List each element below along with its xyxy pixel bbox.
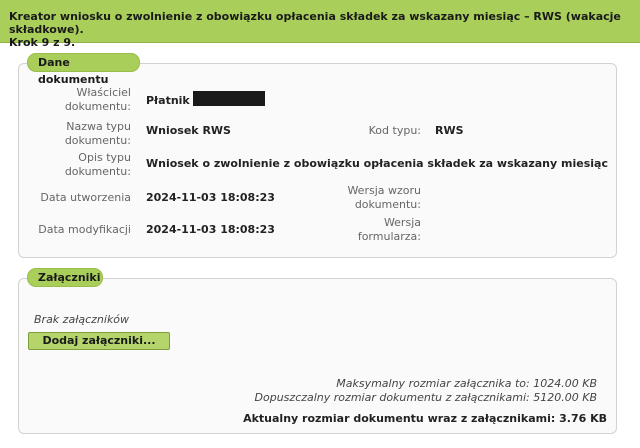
type-name-value: Wniosek RWS: [146, 124, 231, 137]
wizard-header: Kreator wniosku o zwolnienie z obowiązku…: [0, 0, 640, 49]
document-data-panel-title: Dane dokumentu: [27, 53, 140, 86]
wizard-title: Kreator wniosku o zwolnienie z obowiązku…: [9, 10, 621, 36]
document-data-panel: Dane dokumentu Właściciel dokumentu: Pła…: [18, 53, 617, 258]
no-attachments-text: Brak załączników: [34, 313, 130, 326]
owner-label: Właściciel dokumentu:: [64, 86, 131, 113]
created-value: 2024-11-03 18:08:23: [146, 191, 275, 204]
type-code-value: RWS: [435, 124, 464, 137]
type-code-label: Kod typu:: [368, 124, 421, 137]
add-attachments-button[interactable]: Dodaj załączniki...: [28, 332, 170, 350]
type-desc-label: Opis typu dokumentu:: [64, 151, 131, 178]
attachments-panel: Załączniki Brak załączników Dodaj załącz…: [18, 268, 617, 434]
type-name-label: Nazwa typu dokumentu:: [64, 120, 131, 147]
max-document-size-text: Dopuszczalny rozmiar dokumentu z załączn…: [254, 391, 597, 404]
attachments-panel-title: Załączniki: [27, 268, 103, 287]
type-desc-value: Wniosek o zwolnienie z obowiązku opłacen…: [146, 157, 608, 170]
wizard-step: Krok 9 z 9.: [9, 36, 76, 49]
modified-value: 2024-11-03 18:08:23: [146, 223, 275, 236]
form-version-label: Wersja formularza:: [357, 216, 421, 243]
created-label: Data utworzenia: [40, 191, 131, 204]
modified-label: Data modyfikacji: [38, 223, 131, 236]
template-version-label: Wersja wzoru dokumentu:: [347, 184, 421, 211]
max-attachment-size-text: Maksymalny rozmiar załącznika to: 1024.0…: [336, 377, 597, 390]
owner-redaction: [193, 91, 265, 106]
current-document-size-text: Aktualny rozmiar dokumentu wraz z załącz…: [243, 412, 607, 425]
owner-value: Płatnik -: [146, 94, 199, 107]
